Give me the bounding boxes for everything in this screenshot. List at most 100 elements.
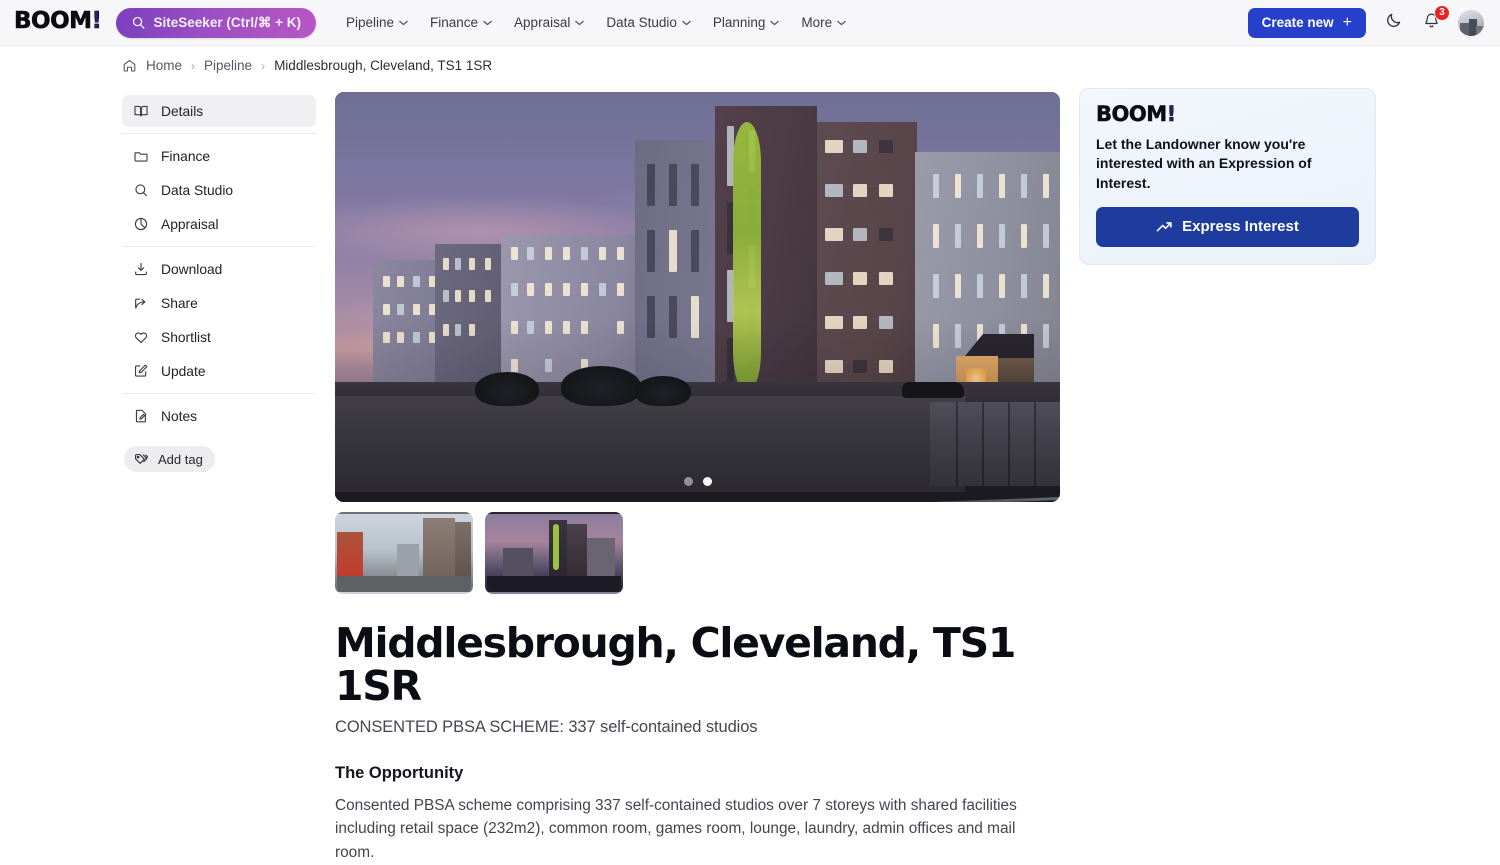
right-column: BOOM! Let the Landowner know you're inte… bbox=[1079, 88, 1376, 265]
tower-green-feature bbox=[733, 122, 761, 392]
parked-car bbox=[902, 382, 964, 398]
boom-logo-text: BOOM bbox=[14, 8, 93, 34]
eoi-brand-text: BOOM bbox=[1096, 102, 1168, 126]
nav-item-pipeline[interactable]: Pipeline bbox=[338, 9, 416, 36]
sidebar-item-update[interactable]: Update bbox=[122, 355, 316, 387]
sidebar-item-details[interactable]: Details bbox=[122, 95, 316, 127]
home-icon[interactable] bbox=[122, 58, 137, 73]
sidebar-item-label: Shortlist bbox=[161, 329, 211, 345]
notifications-button[interactable]: 3 bbox=[1420, 4, 1450, 34]
tree bbox=[561, 366, 641, 406]
top-header: BOOM! SiteSeeker (Ctrl/⌘ + K) Pipeline F… bbox=[0, 0, 1500, 46]
sidebar-item-label: Notes bbox=[161, 408, 198, 424]
sidebar-item-label: Data Studio bbox=[161, 182, 234, 198]
page-body: Home › Pipeline › Middlesbrough, Clevela… bbox=[0, 46, 1500, 865]
building-block bbox=[435, 244, 507, 384]
sidebar-item-label: Details bbox=[161, 103, 204, 119]
nav-label: Appraisal bbox=[514, 15, 571, 30]
opportunity-heading: The Opportunity bbox=[335, 763, 464, 782]
express-interest-button[interactable]: Express Interest bbox=[1096, 206, 1359, 247]
nav-item-data-studio[interactable]: Data Studio bbox=[598, 9, 699, 36]
sidebar-group-notes: Notes bbox=[122, 393, 316, 438]
thumbnail-shape bbox=[553, 524, 559, 570]
nav-label: More bbox=[801, 15, 833, 30]
thumbnail-2[interactable] bbox=[485, 512, 623, 594]
boom-logo-bang: ! bbox=[91, 8, 102, 34]
sidebar-item-finance[interactable]: Finance bbox=[122, 140, 316, 172]
thumbnail-shape bbox=[567, 524, 587, 578]
carousel-dots bbox=[335, 477, 1060, 486]
opportunity-body: Consented PBSA scheme comprising 337 sel… bbox=[335, 796, 1017, 861]
dark-mode-toggle[interactable] bbox=[1382, 12, 1404, 34]
chevron-down-icon bbox=[575, 20, 585, 25]
plus-icon: + bbox=[1342, 13, 1352, 31]
sidebar-item-appraisal[interactable]: Appraisal bbox=[122, 208, 316, 240]
search-icon bbox=[132, 182, 149, 199]
page-title: Middlesbrough, Cleveland, TS1 1SR bbox=[335, 619, 1016, 711]
add-tag-label: Add tag bbox=[158, 451, 203, 467]
add-tag-button[interactable]: Add tag bbox=[124, 446, 215, 472]
main-navigation: Pipeline Finance Appraisal Data Studio P… bbox=[338, 9, 854, 36]
sidebar-item-download[interactable]: Download bbox=[122, 253, 316, 285]
sidebar-item-label: Update bbox=[161, 363, 206, 379]
edit-square-icon bbox=[132, 363, 149, 380]
folder-icon bbox=[132, 148, 149, 165]
expression-of-interest-card: BOOM! Let the Landowner know you're inte… bbox=[1079, 88, 1376, 265]
tag-icon bbox=[133, 452, 149, 467]
eoi-brand-bang: ! bbox=[1166, 102, 1176, 126]
sidebar-item-shortlist[interactable]: Shortlist bbox=[122, 321, 316, 353]
nav-label: Pipeline bbox=[345, 15, 395, 30]
thumbnail-shape bbox=[487, 576, 621, 592]
hero-image-carousel[interactable] bbox=[335, 92, 1060, 502]
express-interest-label: Express Interest bbox=[1182, 218, 1299, 236]
tower-building bbox=[715, 106, 817, 410]
header-actions: Create new + 3 bbox=[1247, 4, 1484, 38]
chevron-down-icon bbox=[682, 20, 691, 25]
avatar-shape bbox=[1476, 25, 1484, 36]
sidebar-item-label: Appraisal bbox=[161, 216, 219, 232]
eoi-boom-logo: BOOM! bbox=[1096, 102, 1359, 126]
carousel-dot-1[interactable] bbox=[683, 477, 693, 486]
tree bbox=[635, 376, 691, 406]
sidebar-group-modules: Finance Data Studio Appraisal bbox=[122, 133, 316, 246]
create-new-button[interactable]: Create new + bbox=[1247, 7, 1366, 38]
breadcrumb-pipeline[interactable]: Pipeline bbox=[204, 58, 252, 73]
note-edit-icon bbox=[132, 408, 149, 425]
book-open-icon bbox=[132, 103, 149, 120]
carousel-dot-2[interactable] bbox=[702, 477, 712, 486]
thumbnail-strip bbox=[335, 512, 1060, 594]
breadcrumb-home[interactable]: Home bbox=[146, 58, 182, 73]
breadcrumb-current: Middlesbrough, Cleveland, TS1 1SR bbox=[274, 58, 493, 73]
sidebar-item-label: Download bbox=[161, 261, 223, 277]
search-icon bbox=[131, 15, 146, 30]
siteseeker-search-button[interactable]: SiteSeeker (Ctrl/⌘ + K) bbox=[115, 7, 316, 38]
breadcrumb-separator: › bbox=[191, 58, 196, 73]
sidebar-item-share[interactable]: Share bbox=[122, 287, 316, 319]
thumbnail-shape bbox=[337, 576, 471, 592]
trending-up-icon bbox=[1156, 220, 1173, 233]
sidebar-group-actions: Download Share Shortlist Update bbox=[122, 246, 316, 393]
sidebar-item-data-studio[interactable]: Data Studio bbox=[122, 174, 316, 206]
nav-label: Finance bbox=[430, 15, 479, 30]
nav-item-appraisal[interactable]: Appraisal bbox=[506, 9, 592, 36]
sidebar-item-notes[interactable]: Notes bbox=[122, 400, 316, 432]
nav-item-more[interactable]: More bbox=[793, 9, 854, 36]
tree bbox=[475, 372, 539, 406]
boom-logo[interactable]: BOOM! bbox=[14, 8, 103, 35]
siteseeker-label: SiteSeeker (Ctrl/⌘ + K) bbox=[153, 14, 301, 30]
share-icon bbox=[132, 295, 149, 312]
heart-icon bbox=[132, 329, 149, 346]
thumbnail-1[interactable] bbox=[335, 512, 473, 594]
nav-label: Data Studio bbox=[606, 15, 677, 30]
sidebar-item-label: Finance bbox=[161, 148, 211, 164]
user-avatar[interactable] bbox=[1458, 9, 1484, 36]
nav-item-planning[interactable]: Planning bbox=[705, 9, 788, 36]
avatar-shape bbox=[1460, 22, 1469, 36]
building-block bbox=[501, 235, 651, 392]
building-block bbox=[817, 122, 917, 410]
chevron-down-icon bbox=[483, 20, 492, 25]
nav-item-finance[interactable]: Finance bbox=[422, 9, 500, 36]
eoi-message: Let the Landowner know you're interested… bbox=[1096, 136, 1312, 191]
chevron-down-icon bbox=[837, 20, 846, 25]
breadcrumb: Home › Pipeline › Middlesbrough, Clevela… bbox=[122, 58, 492, 73]
